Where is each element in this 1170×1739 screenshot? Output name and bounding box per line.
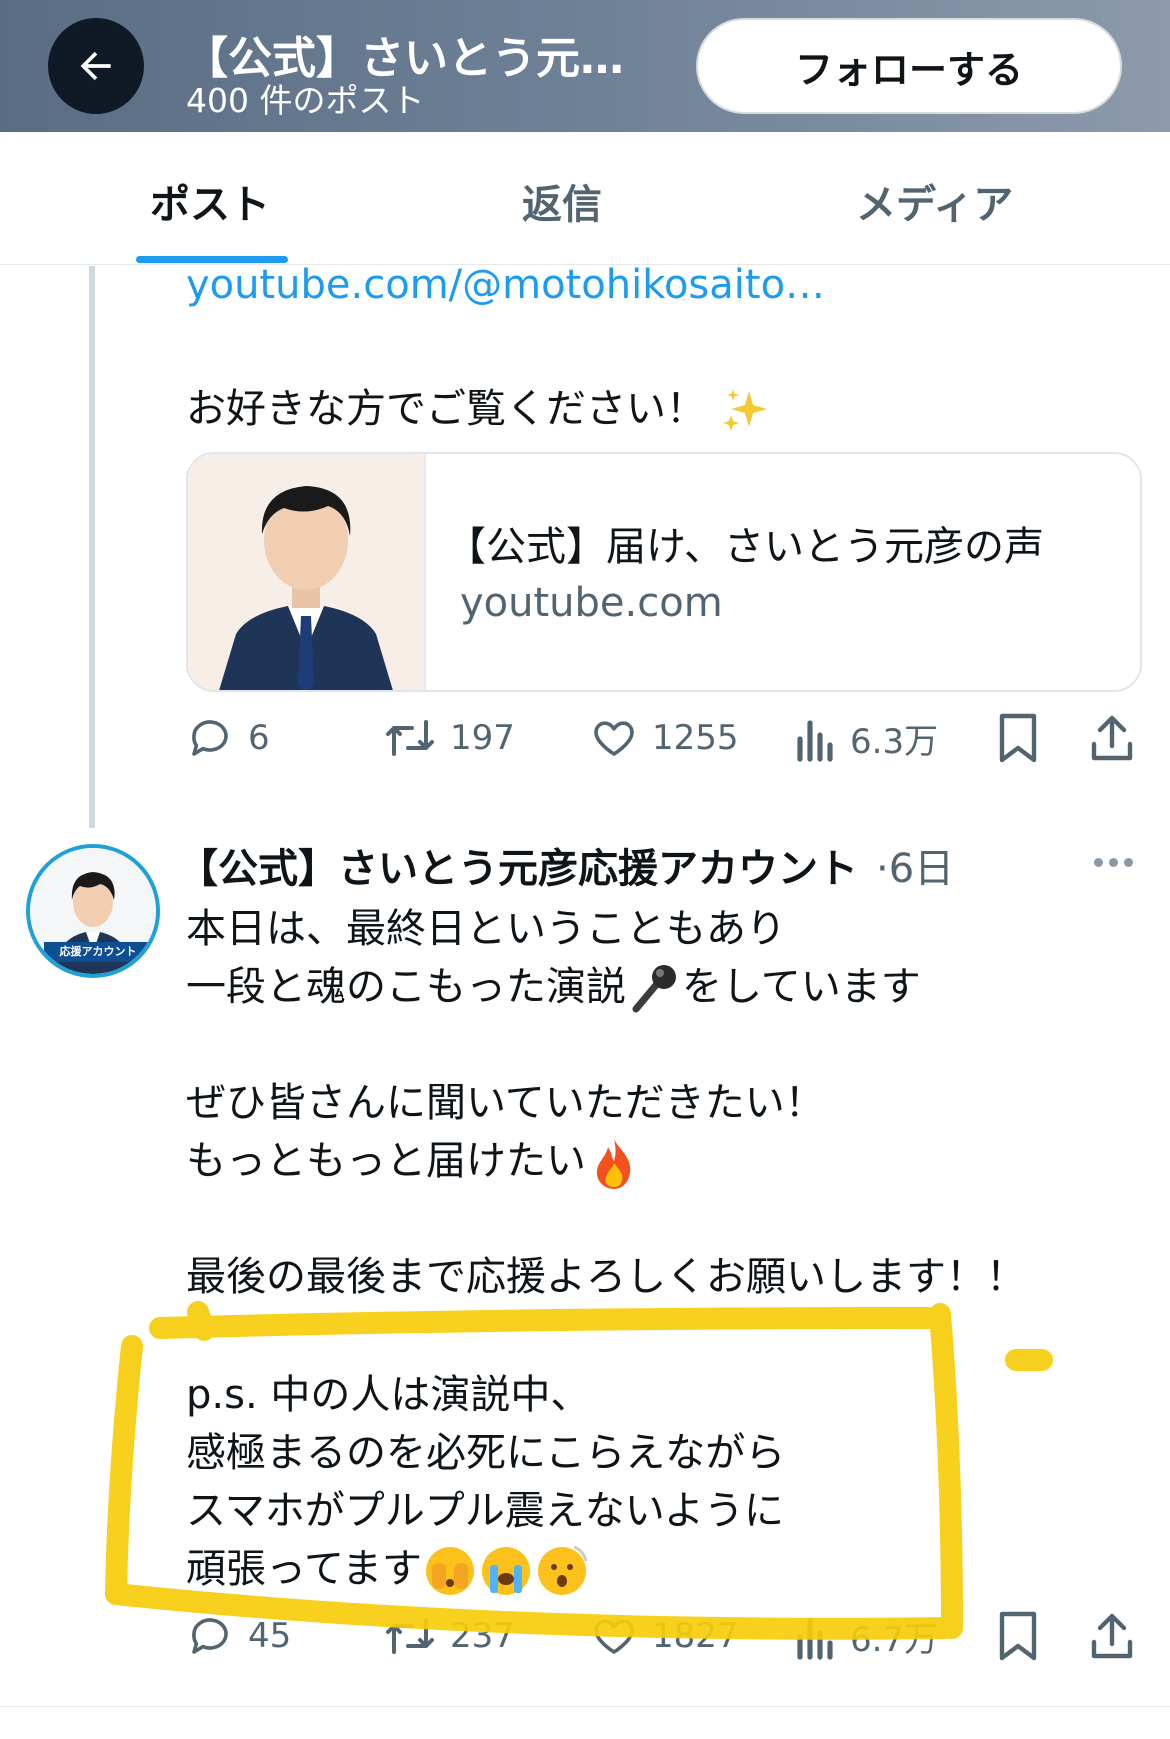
views-button[interactable]: 6.3万: [794, 714, 938, 763]
reply-button[interactable]: 6: [186, 714, 270, 762]
post-line-part: 頑張ってます: [186, 1546, 422, 1592]
post-line-part: もっともっと届けたい: [186, 1138, 586, 1184]
post-line: p.s. 中の人は演説中、: [186, 1372, 591, 1418]
follow-button[interactable]: フォローする: [696, 18, 1122, 114]
sparkles-emoji: [722, 389, 767, 431]
post-line-part: をしています: [682, 964, 921, 1010]
reply-icon: [192, 720, 228, 756]
card-thumbnail: [188, 454, 426, 690]
share-icon: [1091, 1613, 1133, 1659]
thread-line: [89, 266, 95, 828]
repost-icon: [386, 720, 434, 756]
link-card[interactable]: 【公式】届け、さいとう元彦の声 youtube.com: [186, 452, 1142, 692]
views-icon: [797, 719, 833, 762]
author-name[interactable]: 【公式】さいとう元彦応援アカウント: [178, 836, 858, 894]
post-line: 頑張ってます: [186, 1536, 590, 1599]
views-count: 6.7万: [850, 1620, 939, 1660]
bookmark-icon: [999, 713, 1037, 763]
post-time[interactable]: ·6日: [876, 836, 954, 894]
repost-count: 237: [450, 1616, 515, 1656]
views-button[interactable]: 6.7万: [794, 1612, 938, 1661]
reply-count: 6: [248, 718, 270, 758]
post-count: 400 件のポスト: [186, 81, 425, 120]
bookmark-icon: [999, 1611, 1037, 1661]
youtube-link[interactable]: youtube.com/@motohikosaito…: [186, 262, 825, 308]
post-line: スマホがプルプル震えないように: [186, 1488, 784, 1534]
astonished-face-emoji: [538, 1545, 588, 1595]
back-button[interactable]: [48, 18, 144, 114]
tab-media[interactable]: メディア: [856, 172, 1013, 230]
face-peeking-emoji: [426, 1547, 474, 1595]
post-line: 最後の最後まで応援よろしくお願いします！！: [186, 1254, 1026, 1300]
avatar[interactable]: 応援アカウント: [26, 844, 160, 978]
profile-header: 【公式】さいとう元… 400 件のポスト フォローする: [0, 0, 1170, 132]
repost-button[interactable]: 237: [384, 1612, 515, 1660]
like-count: 1827: [652, 1616, 739, 1656]
profile-tabs: ポスト 返信 メディア: [0, 132, 1170, 265]
like-icon: [594, 721, 634, 756]
post-line: 本日は、最終日ということもあり: [186, 906, 786, 952]
back-arrow-icon: [80, 51, 111, 81]
views-count: 6.3万: [850, 722, 939, 762]
bookmark-button[interactable]: [996, 1610, 1040, 1662]
post-divider: [0, 1706, 1170, 1707]
fire-emoji: [596, 1139, 631, 1189]
bookmark-button[interactable]: [996, 712, 1040, 764]
avatar-badge: 応援アカウント: [44, 942, 152, 962]
post-text: お好きな方でご覧ください！: [186, 386, 706, 432]
microphone-emoji: [632, 965, 676, 1013]
tab-replies[interactable]: 返信: [522, 172, 602, 230]
share-icon: [1091, 715, 1133, 761]
post-line: 感極まるのを必死にこらえながら: [186, 1430, 786, 1476]
post-line: もっともっと届けたい: [186, 1128, 642, 1191]
repost-count: 197: [450, 718, 515, 758]
reply-count: 45: [248, 1616, 292, 1656]
like-icon: [594, 1619, 634, 1654]
post-line: 一段と魂のこもった演説 をしています: [186, 954, 921, 1017]
views-icon: [797, 1617, 833, 1660]
share-button[interactable]: [1088, 712, 1136, 764]
reply-button[interactable]: 45: [186, 1612, 291, 1660]
post-line-part: 一段と魂のこもった演説: [186, 964, 626, 1010]
tab-posts[interactable]: ポスト: [150, 172, 270, 230]
card-title: 【公式】届け、さいとう元彦の声: [446, 524, 1044, 570]
more-icon[interactable]: [1094, 858, 1133, 867]
reply-icon: [192, 1618, 228, 1654]
repost-icon: [386, 1618, 434, 1654]
like-button[interactable]: 1255: [590, 714, 739, 762]
loudly-crying-emoji: [482, 1547, 530, 1595]
like-count: 1255: [652, 718, 739, 758]
card-domain: youtube.com: [460, 580, 723, 626]
like-button[interactable]: 1827: [590, 1612, 739, 1660]
post-text-line: お好きな方でご覧ください！: [186, 376, 771, 437]
post-line: ぜひ皆さんに聞いていただきたい！: [186, 1080, 825, 1126]
share-button[interactable]: [1088, 1610, 1136, 1662]
repost-button[interactable]: 197: [384, 714, 515, 762]
